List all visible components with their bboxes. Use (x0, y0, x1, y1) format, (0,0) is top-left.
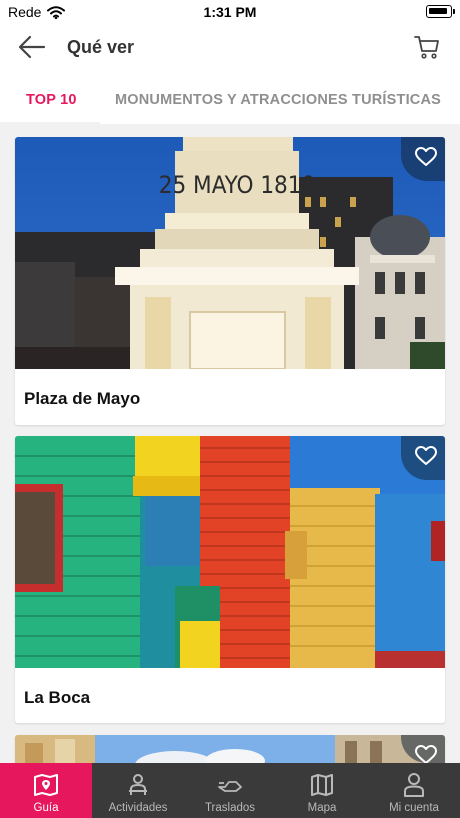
attraction-title: Plaza de Mayo (24, 389, 141, 408)
heart-icon (415, 745, 437, 764)
nav-label: Mapa (307, 802, 337, 814)
status-time: 1:31 PM (203, 4, 257, 20)
tab-top10[interactable]: TOP 10 (26, 92, 77, 108)
nav-item-traslados[interactable]: Traslados (184, 763, 276, 818)
active-tab-indicator (0, 122, 100, 124)
nav-label: Guía (33, 802, 59, 814)
la-boca-photo (15, 436, 445, 668)
attraction-image (15, 436, 445, 668)
attraction-title: La Boca (24, 688, 91, 707)
nav-item-guia[interactable]: Guía (0, 763, 92, 818)
plaza-de-mayo-photo: 25 MAYO 1810 (15, 137, 445, 369)
cart-icon (414, 36, 439, 59)
app-header: Qué ver (0, 24, 460, 72)
heart-icon (415, 446, 437, 465)
nav-label: Mi cuenta (389, 802, 439, 814)
monument-inscription: 25 MAYO 1810 (159, 171, 316, 199)
nav-label: Traslados (204, 802, 256, 814)
attraction-card-la-boca[interactable]: La Boca (15, 436, 445, 723)
arrow-left-icon (18, 35, 46, 59)
person-activity-icon (129, 774, 147, 795)
tab-monumentos[interactable]: MONUMENTOS Y ATRACCIONES TURÍSTICAS (115, 92, 441, 108)
page-title: Qué ver (67, 37, 135, 57)
map-icon (311, 774, 333, 796)
nav-item-mi-cuenta[interactable]: Mi cuenta (368, 763, 460, 818)
map-book-icon (34, 774, 58, 796)
nav-item-mapa[interactable]: Mapa (276, 763, 368, 818)
category-tabs: TOP 10 MONUMENTOS Y ATRACCIONES TURÍSTIC… (0, 72, 460, 124)
status-bar: Rede 1:31 PM (0, 0, 460, 24)
attraction-card-plaza-de-mayo[interactable]: 25 MAYO 1810 Plaza de Mayo (15, 137, 445, 425)
transfer-icon (218, 781, 242, 792)
status-right (426, 5, 455, 18)
attraction-image: 25 MAYO 1810 (15, 137, 445, 369)
heart-icon (415, 147, 437, 166)
battery-icon (426, 5, 455, 18)
bottom-navigation: Guía Actividades Traslados Mapa Mi cuent… (0, 763, 460, 818)
nav-label: Actividades (108, 802, 168, 814)
user-icon (404, 773, 424, 797)
back-button[interactable] (18, 34, 48, 60)
nav-item-actividades[interactable]: Actividades (92, 763, 184, 818)
cart-button[interactable] (414, 34, 440, 60)
